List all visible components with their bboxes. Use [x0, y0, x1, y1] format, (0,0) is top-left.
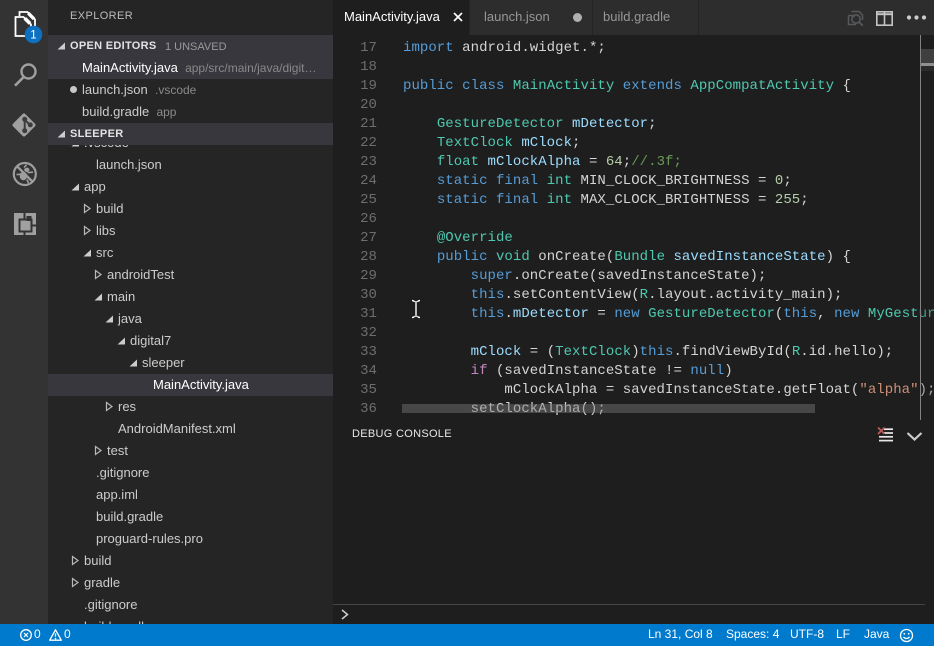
svg-text:1: 1 — [30, 30, 36, 42]
